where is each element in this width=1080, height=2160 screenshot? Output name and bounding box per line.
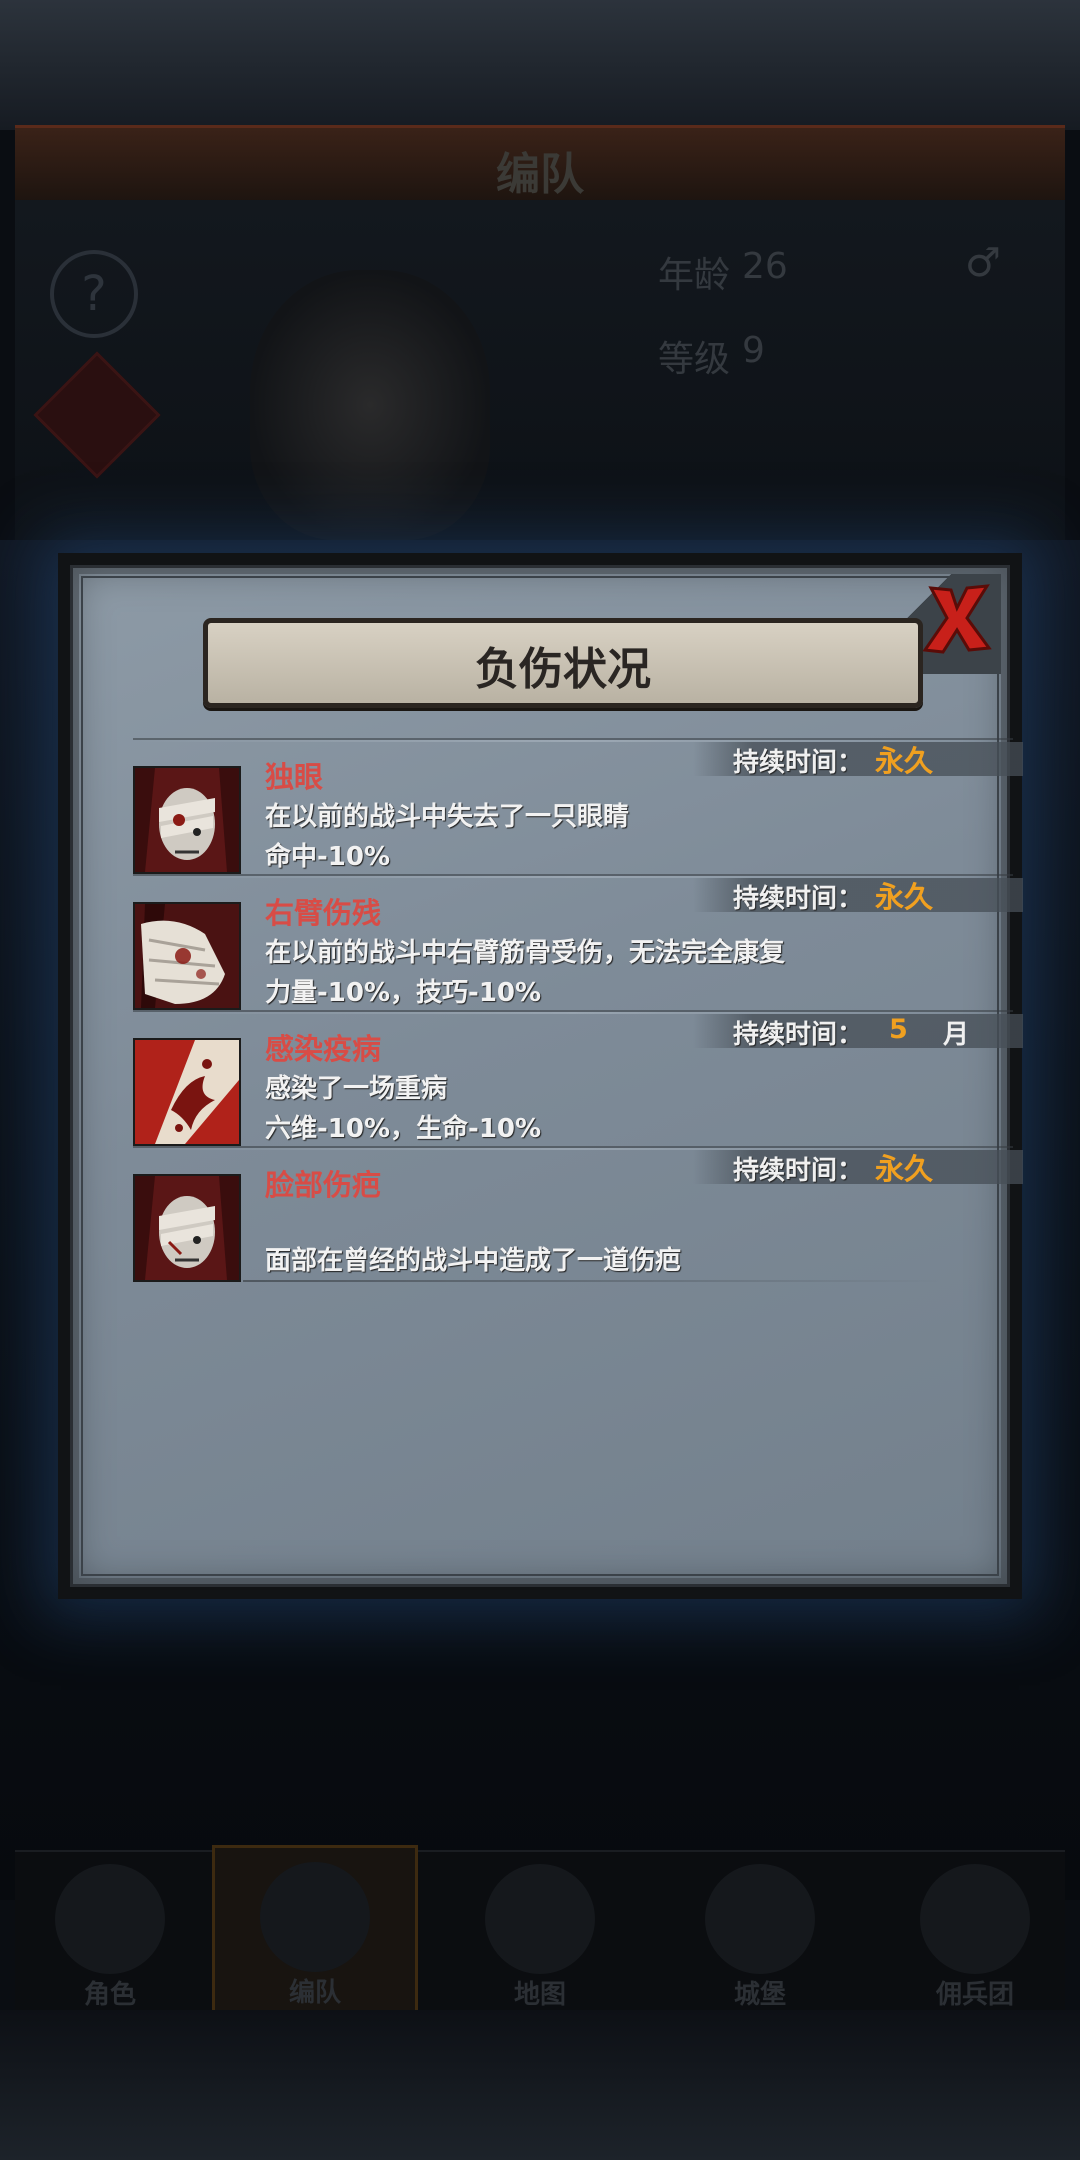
- duration-value: 永久: [875, 1152, 934, 1186]
- injury-effect: 命中-10%: [265, 842, 391, 872]
- injury-status-modal: 负伤状况 独眼 在以前的战斗中失去了一只眼睛 命中-10% 持续时间： 永久 右…: [58, 553, 1023, 1599]
- injury-description: 面部在曾经的战斗中造成了一道伤疤: [265, 1246, 682, 1276]
- injury-name: 感染疫病: [265, 1032, 382, 1066]
- castle-tab-icon: [705, 1864, 815, 1974]
- title-banner: 负伤状况: [203, 618, 923, 708]
- injury-effect: 力量-10%，技巧-10%: [265, 978, 542, 1008]
- injury-row: 感染疫病 感染了一场重病 六维-10%，生命-10% 持续时间： 5 月: [133, 1010, 1023, 1148]
- duration-bar: 持续时间： 永久: [693, 742, 1023, 778]
- tab-map[interactable]: 地图: [440, 1850, 640, 2010]
- injury-row: 脸部伤疤 面部在曾经的战斗中造成了一道伤疤 持续时间： 永久: [133, 1146, 1023, 1284]
- status-area: [0, 0, 1080, 130]
- list-divider: [243, 1280, 943, 1282]
- duration-label: 持续时间：: [733, 748, 864, 778]
- screen-title: 编队: [496, 149, 584, 200]
- map-tab-icon: [485, 1864, 595, 1974]
- tab-label: 佣兵团: [935, 1980, 1014, 2010]
- duration-bar: 持续时间： 永久: [693, 1150, 1023, 1186]
- tab-castle[interactable]: 城堡: [660, 1850, 860, 2010]
- duration-number: 5: [889, 1014, 908, 1045]
- character-profile-panel: [15, 200, 1065, 540]
- character-tab-icon: [55, 1864, 165, 1974]
- duration-value: 永久: [875, 880, 934, 914]
- duration-unit: 月: [943, 1020, 970, 1050]
- screen-header: 编队: [15, 125, 1065, 203]
- formation-tab-icon: [260, 1862, 370, 1972]
- age-value: 26: [742, 246, 788, 287]
- duration-label: 持续时间：: [733, 884, 864, 914]
- tab-label: 角色: [83, 1980, 136, 2010]
- duration-bar: 持续时间： 5 月: [693, 1014, 1023, 1050]
- injury-name: 独眼: [265, 760, 324, 794]
- modal-title: 负伤状况: [475, 644, 651, 695]
- tab-label: 编队: [288, 1978, 341, 2008]
- injury-row: 右臂伤残 在以前的战斗中右臂筋骨受伤，无法完全康复 力量-10%，技巧-10% …: [133, 874, 1023, 1012]
- duration-value: 永久: [875, 744, 934, 778]
- level-label: 等级: [658, 339, 731, 380]
- character-portrait: [250, 270, 490, 540]
- duration-label: 持续时间：: [733, 1020, 864, 1050]
- bandaged-head-icon: [133, 766, 241, 874]
- age-label: 年龄: [658, 255, 731, 296]
- tab-character[interactable]: 角色: [10, 1850, 210, 2010]
- duration-bar: 持续时间： 永久: [693, 878, 1023, 914]
- scarred-face-icon: [133, 1174, 241, 1282]
- bottom-area: [0, 2010, 1080, 2160]
- tab-label: 地图: [513, 1980, 566, 2010]
- mercenaries-tab-icon: [920, 1864, 1030, 1974]
- injury-effect: 六维-10%，生命-10%: [265, 1114, 542, 1144]
- tab-formation[interactable]: 编队: [212, 1845, 418, 2036]
- injury-description: 在以前的战斗中右臂筋骨受伤，无法完全康复: [265, 938, 786, 968]
- duration-label: 持续时间：: [733, 1156, 864, 1186]
- tab-mercenaries[interactable]: 佣兵团: [875, 1850, 1075, 2010]
- bandaged-arm-icon: [133, 902, 241, 1010]
- injury-row: 独眼 在以前的战斗中失去了一只眼睛 命中-10% 持续时间： 永久: [133, 738, 1023, 876]
- modal-panel: 负伤状况 独眼 在以前的战斗中失去了一只眼睛 命中-10% 持续时间： 永久 右…: [70, 565, 1023, 1587]
- injury-name: 右臂伤残: [265, 896, 382, 930]
- gender-male-icon: ♂: [965, 240, 1001, 286]
- disease-icon: [133, 1038, 241, 1146]
- injury-description: 在以前的战斗中失去了一只眼睛: [265, 802, 630, 832]
- help-icon[interactable]: ?: [50, 250, 138, 338]
- level-value: 9: [742, 330, 765, 371]
- injury-description: 感染了一场重病: [265, 1074, 448, 1104]
- injury-name: 脸部伤疤: [265, 1168, 382, 1202]
- tab-label: 城堡: [733, 1980, 786, 2010]
- close-x-icon[interactable]: [917, 578, 997, 658]
